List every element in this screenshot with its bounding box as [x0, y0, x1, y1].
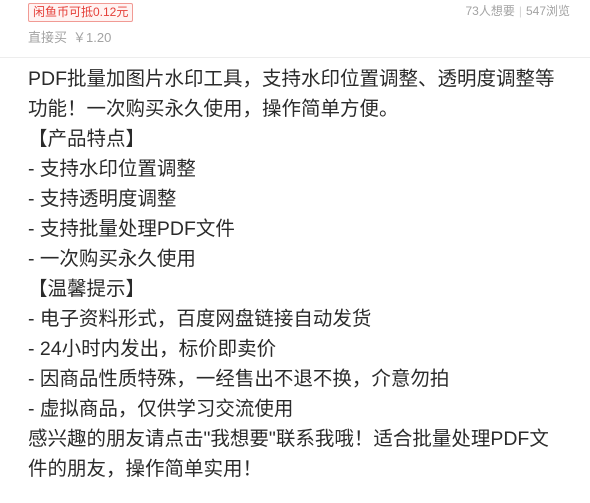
description-line: - 支持水印位置调整: [28, 158, 196, 180]
description-line: PDF批量加图片水印工具，支持水印位置调整、透明度调整等: [28, 68, 555, 90]
description-line: 感兴趣的朋友请点击"我想要"联系我哦！适合批量处理PDF文: [28, 428, 549, 450]
listing-detail: 闲鱼币可抵0.12元 73人想要 | 547浏览 直接买 ￥1.20 PDF批量加图片…: [0, 0, 590, 503]
description-line: - 支持批量处理PDF文件: [28, 218, 235, 240]
description-line: 件的朋友，操作简单实用！: [28, 458, 263, 480]
description-section-heading: 【产品特点】: [28, 128, 146, 150]
want-count: 73人想要: [465, 4, 515, 18]
description-line: - 虚拟商品，仅供学习交流使用: [28, 398, 294, 420]
listing-stats: 73人想要 | 547浏览: [465, 3, 570, 20]
stats-separator: |: [518, 4, 522, 18]
description-line: - 因商品性质特殊，一经售出不退不换，介意勿拍: [28, 368, 450, 390]
divider: [0, 57, 590, 58]
description-line: - 一次购买永久使用: [28, 248, 196, 270]
buy-now-row: 直接买 ￥1.20: [28, 29, 111, 47]
description-line: - 24小时内发出，标价即卖价: [28, 338, 277, 360]
item-description: PDF批量加图片水印工具，支持水印位置调整、透明度调整等 功能！一次购买永久使用…: [28, 64, 584, 484]
coin-discount-badge: 闲鱼币可抵0.12元: [28, 3, 134, 22]
buy-now-price: ￥1.20: [73, 30, 112, 45]
view-count: 547浏览: [525, 4, 570, 18]
buy-now-label: 直接买: [28, 30, 68, 45]
description-line: 功能！一次购买永久使用，操作简单方便。: [28, 98, 399, 120]
description-line: - 电子资料形式，百度网盘链接自动发货: [28, 308, 372, 330]
description-line: - 支持透明度调整: [28, 188, 177, 210]
description-section-heading: 【温馨提示】: [28, 278, 146, 300]
